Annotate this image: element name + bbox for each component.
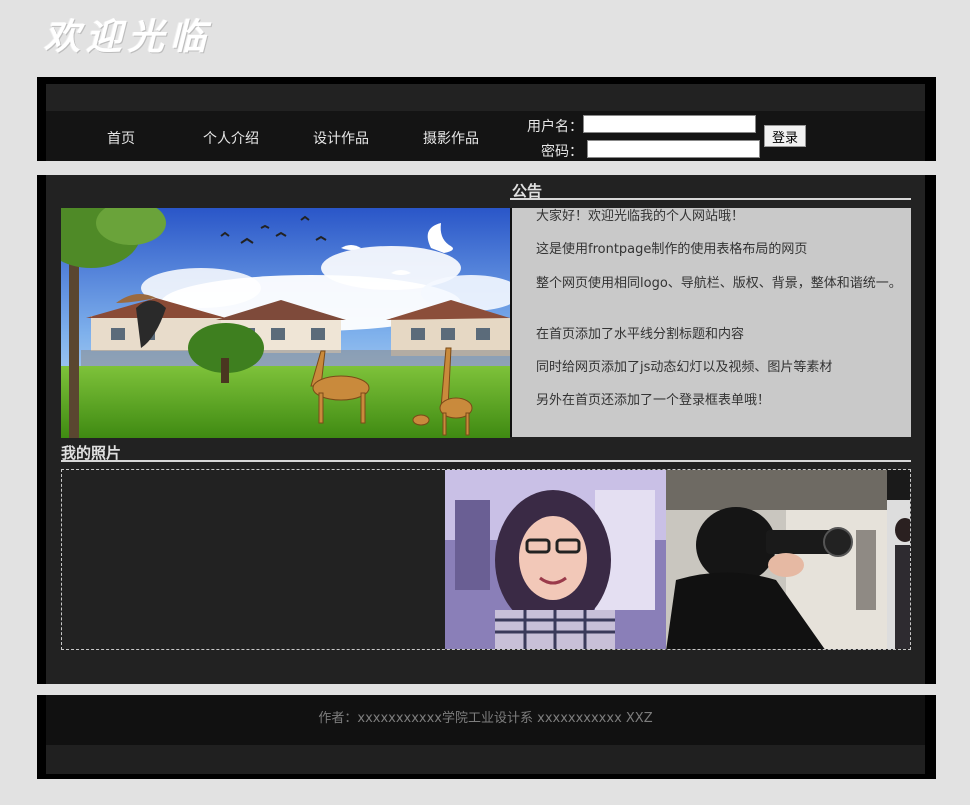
- nav-item-photography[interactable]: 摄影作品: [423, 128, 479, 148]
- password-input[interactable]: [587, 140, 760, 158]
- notice-line: 这是使用frontpage制作的使用表格布局的网页: [536, 242, 808, 257]
- notice-line: 大家好！欢迎光临我的个人网站哦！: [536, 209, 745, 224]
- nav-item-about[interactable]: 个人介绍: [203, 128, 259, 148]
- username-label: 用户名：: [527, 119, 583, 135]
- notice-line: 在首页添加了水平线分割标题和内容: [536, 327, 745, 342]
- notice-panel: 大家好！欢迎光临我的个人网站哦！ 这是使用frontpage制作的使用表格布局的…: [510, 208, 911, 437]
- photo-slider[interactable]: [61, 469, 911, 650]
- nav-inner: [46, 84, 925, 161]
- login-button[interactable]: 登录: [764, 125, 806, 147]
- username-input[interactable]: [583, 115, 756, 133]
- notice-line: 整个网页使用相同logo、导航栏、版权、背景，整体和谐统一。: [536, 276, 902, 291]
- photo-camera: [666, 470, 887, 649]
- site-logo: 欢迎光临: [44, 16, 213, 58]
- footer-credits: 作者：xxxxxxxxxxx学院工业设计系 xxxxxxxxxxx XXZ: [318, 711, 653, 726]
- banner-image: [61, 208, 510, 438]
- footer-band: [46, 745, 925, 774]
- password-label: 密码：: [541, 144, 583, 160]
- notice-divider: [510, 198, 911, 200]
- photos-divider: [61, 460, 911, 462]
- notice-line: 另外在首页还添加了一个登录框表单哦！: [536, 393, 771, 408]
- photo-portrait: [445, 470, 666, 649]
- footer-inner: 作者：xxxxxxxxxxx学院工业设计系 xxxxxxxxxxx XXZ: [46, 695, 925, 774]
- nav-item-design[interactable]: 设计作品: [313, 128, 369, 148]
- nav-top-band: [46, 84, 925, 111]
- nav-bar: [37, 77, 936, 161]
- footer: 作者：xxxxxxxxxxx学院工业设计系 xxxxxxxxxxx XXZ: [37, 695, 936, 779]
- photo-partial: [887, 470, 910, 649]
- notice-line: 同时给网页添加了js动态幻灯以及视频、图片等素材: [536, 360, 833, 375]
- nav-item-home[interactable]: 首页: [107, 128, 135, 148]
